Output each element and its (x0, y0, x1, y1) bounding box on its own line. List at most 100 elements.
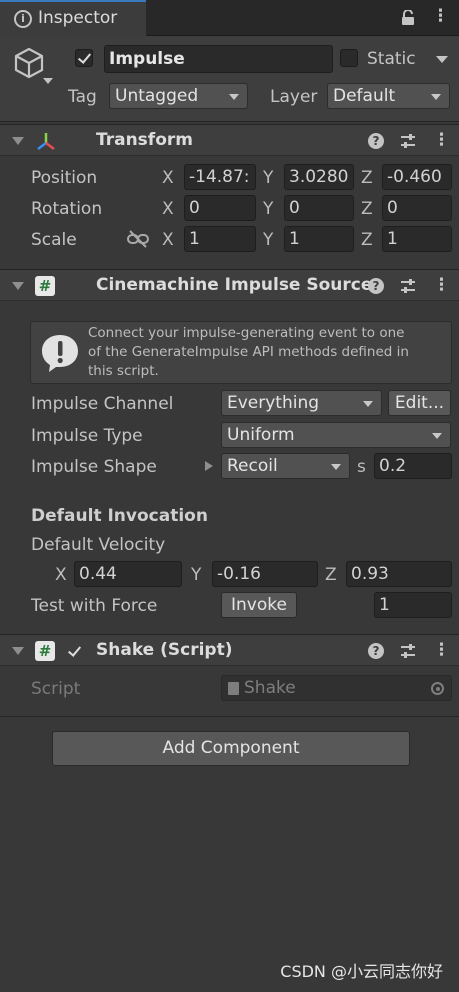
scale-label: Scale (31, 230, 77, 250)
velocity-x-field[interactable]: 0.44 (74, 561, 182, 587)
tag-label: Tag (68, 87, 97, 107)
gameobject-cube-icon (12, 46, 46, 80)
tab-title: Inspector (38, 8, 118, 28)
csdn-watermark: CSDN @小云同志你好 (280, 962, 443, 981)
component-menu-icon[interactable]: ⋮ (433, 638, 450, 662)
help-icon[interactable]: ? (368, 643, 384, 659)
invoke-button[interactable]: Invoke (221, 592, 297, 618)
impulse-channel-dropdown[interactable]: Everything (221, 390, 382, 416)
test-force-field[interactable]: 1 (374, 592, 452, 618)
velocity-z-label[interactable]: Z (325, 563, 337, 587)
rotation-x-label[interactable]: X (162, 197, 174, 221)
script-hash-icon: # (35, 641, 55, 661)
chevron-down-icon (331, 464, 341, 470)
rotation-y-label[interactable]: Y (263, 197, 273, 221)
velocity-x-label[interactable]: X (55, 563, 67, 587)
warning-bubble-icon (39, 332, 81, 374)
component-menu-icon[interactable]: ⋮ (433, 128, 450, 152)
rotation-x-field[interactable]: 0 (184, 195, 256, 221)
add-component-button[interactable]: Add Component (52, 731, 410, 766)
default-invocation-heading: Default Invocation (31, 506, 208, 526)
script-hash-icon: # (35, 276, 55, 296)
impulse-channel-label: Impulse Channel (31, 394, 174, 414)
duration-s-label[interactable]: s (357, 455, 366, 479)
object-name-field[interactable]: Impulse (104, 45, 333, 73)
edit-channels-button[interactable]: Edit... (388, 390, 451, 416)
position-label: Position (31, 168, 98, 188)
scale-z-field[interactable]: 1 (382, 226, 452, 252)
static-checkbox[interactable] (340, 49, 358, 67)
impulse-channel-value: Everything (227, 393, 320, 413)
preset-sliders-icon[interactable] (399, 277, 417, 295)
shake-enabled-checkbox[interactable] (65, 642, 83, 660)
rotation-z-label[interactable]: Z (361, 197, 373, 221)
scale-z-label[interactable]: Z (361, 228, 373, 252)
preset-sliders-icon[interactable] (399, 642, 417, 660)
layer-label: Layer (270, 87, 318, 107)
impulse-shape-label: Impulse Shape (31, 457, 157, 477)
velocity-y-label[interactable]: Y (191, 563, 201, 587)
script-file-icon (228, 682, 239, 695)
default-velocity-label: Default Velocity (31, 535, 166, 555)
impulse-shape-value: Recoil (227, 456, 278, 476)
velocity-y-field[interactable]: -0.16 (212, 561, 318, 587)
shape-preview-foldout-icon[interactable] (205, 461, 213, 471)
test-with-force-label: Test with Force (31, 596, 158, 616)
tab-menu-icon[interactable]: ⋮ (432, 4, 449, 28)
component-menu-icon[interactable]: ⋮ (433, 273, 450, 297)
scale-x-label[interactable]: X (162, 228, 174, 252)
impulse-source-title: Cinemachine Impulse Source (96, 275, 373, 295)
script-value: Shake (244, 678, 296, 698)
info-circle-icon: i (14, 10, 32, 28)
tag-value: Untagged (115, 86, 199, 106)
lock-icon[interactable] (401, 9, 415, 26)
constrain-proportions-link-icon[interactable] (127, 230, 149, 248)
tab-inspector[interactable]: i Inspector (0, 0, 146, 36)
position-y-label[interactable]: Y (263, 166, 273, 190)
object-picker-icon (431, 682, 444, 695)
impulse-duration-field[interactable]: 0.2 (374, 453, 452, 479)
foldout-arrow-icon[interactable] (12, 647, 24, 655)
impulse-type-dropdown[interactable]: Uniform (221, 422, 451, 448)
position-x-field[interactable]: -14.87: (184, 164, 256, 190)
layer-dropdown[interactable]: Default (327, 83, 450, 109)
impulse-shape-dropdown[interactable]: Recoil (221, 453, 350, 479)
rotation-y-field[interactable]: 0 (284, 195, 354, 221)
impulse-source-header[interactable]: # Cinemachine Impulse Source ? ⋮ (0, 269, 459, 301)
components-divider (0, 716, 459, 717)
help-icon[interactable]: ? (368, 278, 384, 294)
info-text-line3: this script. (88, 363, 159, 379)
chevron-down-icon (229, 94, 239, 100)
transform-title: Transform (96, 130, 193, 150)
rotation-label: Rotation (31, 199, 103, 219)
chevron-down-icon (363, 401, 373, 407)
foldout-arrow-icon[interactable] (12, 137, 24, 145)
position-z-label[interactable]: Z (361, 166, 373, 190)
tag-dropdown[interactable]: Untagged (109, 83, 248, 109)
scale-y-label[interactable]: Y (263, 228, 273, 252)
info-helpbox: Connect your impulse-generating event to… (30, 321, 452, 384)
foldout-arrow-icon[interactable] (12, 282, 24, 290)
chevron-down-icon (432, 433, 442, 439)
transform-axes-icon (35, 130, 57, 152)
position-z-field[interactable]: -0.460 (382, 164, 452, 190)
rotation-z-field[interactable]: 0 (382, 195, 452, 221)
script-label: Script (31, 679, 81, 699)
static-dropdown-arrow[interactable] (436, 56, 448, 63)
static-label: Static (367, 49, 416, 69)
scale-x-field[interactable]: 1 (184, 226, 256, 252)
impulse-type-label: Impulse Type (31, 426, 143, 446)
icon-dropdown-arrow[interactable] (43, 78, 53, 84)
shake-script-title: Shake (Script) (96, 640, 233, 660)
position-x-label[interactable]: X (162, 166, 174, 190)
preset-sliders-icon[interactable] (399, 132, 417, 150)
help-icon[interactable]: ? (368, 133, 384, 149)
transform-header[interactable]: Transform ? ⋮ (0, 124, 459, 156)
position-y-field[interactable]: 3.0280 (284, 164, 354, 190)
shake-script-header[interactable]: # Shake (Script) ? ⋮ (0, 634, 459, 666)
velocity-z-field[interactable]: 0.93 (346, 561, 452, 587)
scale-y-field[interactable]: 1 (284, 226, 354, 252)
info-text-line1: Connect your impulse-generating event to… (88, 325, 405, 341)
chevron-down-icon (431, 94, 441, 100)
active-checkbox[interactable] (75, 49, 93, 67)
